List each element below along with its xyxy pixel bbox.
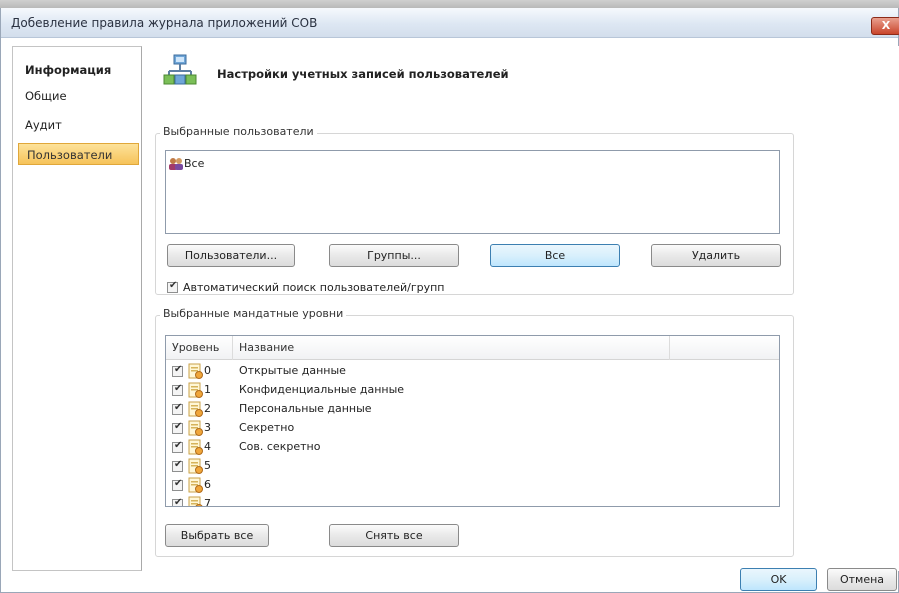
close-button[interactable]: X: [871, 17, 899, 35]
groups-button[interactable]: Группы...: [329, 244, 459, 267]
level-checkbox[interactable]: ✔: [172, 478, 183, 491]
level-value: 4: [204, 440, 211, 453]
checkmark-icon: ✔: [174, 402, 183, 413]
level-checkbox[interactable]: ✔: [172, 364, 183, 377]
close-icon: X: [881, 19, 891, 32]
remove-button[interactable]: Удалить: [651, 244, 781, 267]
level-checkbox[interactable]: ✔: [172, 402, 183, 415]
level-checkbox[interactable]: ✔: [172, 383, 183, 396]
checkmark-icon: ✔: [174, 383, 183, 394]
level-name: Сов. секретно: [239, 440, 321, 453]
sidebar-item-label: Информация: [25, 63, 112, 77]
security-level-icon: [188, 363, 203, 379]
sidebar-item-information[interactable]: Информация: [17, 59, 139, 81]
sidebar-item-label: Общие: [25, 89, 67, 103]
table-header: Уровень Название: [166, 336, 779, 360]
table-row[interactable]: ✔ 7: [166, 495, 779, 507]
cancel-button[interactable]: Отмена: [827, 568, 897, 591]
level-value: 1: [204, 383, 211, 396]
level-checkbox[interactable]: ✔: [172, 497, 183, 507]
table-row[interactable]: ✔ 5: [166, 457, 779, 476]
title-bar[interactable]: Добевление правила журнала приложений CO…: [1, 8, 899, 38]
sidebar-item-users[interactable]: Пользователи: [18, 143, 139, 165]
selected-users-label: Выбранные пользователи: [160, 125, 317, 138]
column-header-level[interactable]: Уровень: [166, 336, 233, 360]
mandatory-levels-label: Выбранные мандатные уровни: [160, 307, 347, 320]
table-row[interactable]: ✔ 1 Конфиденциальные данные: [166, 381, 779, 400]
security-level-icon: [188, 496, 203, 506]
table-row[interactable]: ✔ 4 Сов. секретно: [166, 438, 779, 457]
checkmark-icon: ✔: [174, 364, 183, 375]
table-row[interactable]: ✔ 3 Секретно: [166, 419, 779, 438]
ok-button[interactable]: OK: [740, 568, 817, 591]
level-checkbox[interactable]: ✔: [172, 459, 183, 472]
level-name: Конфиденциальные данные: [239, 383, 405, 396]
level-value: 7: [204, 497, 211, 507]
checkmark-icon: ✔: [174, 421, 183, 432]
level-value: 3: [204, 421, 211, 434]
checkmark-icon: ✔: [174, 459, 183, 470]
sidebar-item-label: Аудит: [25, 118, 62, 132]
desktop-strip: [0, 0, 899, 8]
security-level-icon: [188, 420, 203, 436]
checkmark-icon: ✔: [174, 440, 183, 451]
select-all-button[interactable]: Выбрать все: [165, 524, 269, 547]
column-header-name[interactable]: Название: [233, 336, 670, 360]
list-item[interactable]: Все: [168, 156, 204, 172]
main-panel: Настройки учетных записей пользователей …: [149, 46, 899, 571]
checkmark-icon: ✔: [174, 497, 183, 507]
list-item-label: Все: [184, 157, 205, 170]
level-value: 5: [204, 459, 211, 472]
sidebar-nav: Информация Общие Аудит Пользователи: [12, 46, 142, 571]
security-level-icon: [188, 401, 203, 417]
level-name: Открытые данные: [239, 364, 346, 377]
dialog-window: Добевление правила журнала приложений CO…: [0, 8, 899, 593]
level-value: 6: [204, 478, 211, 491]
table-row[interactable]: ✔ 0 Открытые данные: [166, 362, 779, 381]
level-name: Персональные данные: [239, 402, 372, 415]
users-group-icon: [169, 158, 183, 170]
security-level-icon: [188, 439, 203, 455]
table-row[interactable]: ✔ 2 Персональные данные: [166, 400, 779, 419]
checkmark-icon: ✔: [169, 280, 178, 291]
checkmark-icon: ✔: [174, 478, 183, 489]
level-checkbox[interactable]: ✔: [172, 421, 183, 434]
page-title: Настройки учетных записей пользователей: [217, 67, 509, 81]
security-level-icon: [188, 458, 203, 474]
mandatory-levels-table: Уровень Название ✔ 0 Открытые данные ✔ 1 Конф…: [165, 335, 780, 507]
users-button[interactable]: Пользователи...: [167, 244, 295, 267]
security-level-icon: [188, 477, 203, 493]
user-accounts-network-icon: [163, 54, 197, 85]
auto-search-label: Автоматический поиск пользователей/групп: [183, 281, 445, 294]
level-checkbox[interactable]: ✔: [172, 440, 183, 453]
all-button[interactable]: Все: [490, 244, 620, 267]
security-level-icon: [188, 382, 203, 398]
level-name: Секретно: [239, 421, 295, 434]
level-value: 0: [204, 364, 211, 377]
level-value: 2: [204, 402, 211, 415]
sidebar-item-general[interactable]: Общие: [17, 85, 139, 107]
selected-users-list[interactable]: Все: [165, 150, 780, 234]
sidebar-item-audit[interactable]: Аудит: [17, 114, 139, 136]
auto-search-checkbox[interactable]: ✔: [167, 280, 178, 293]
clear-all-button[interactable]: Снять все: [329, 524, 459, 547]
sidebar-item-label: Пользователи: [27, 148, 113, 162]
table-row[interactable]: ✔ 6: [166, 476, 779, 495]
column-header-extra[interactable]: [670, 336, 779, 360]
window-title: Добевление правила журнала приложений CO…: [11, 16, 318, 30]
